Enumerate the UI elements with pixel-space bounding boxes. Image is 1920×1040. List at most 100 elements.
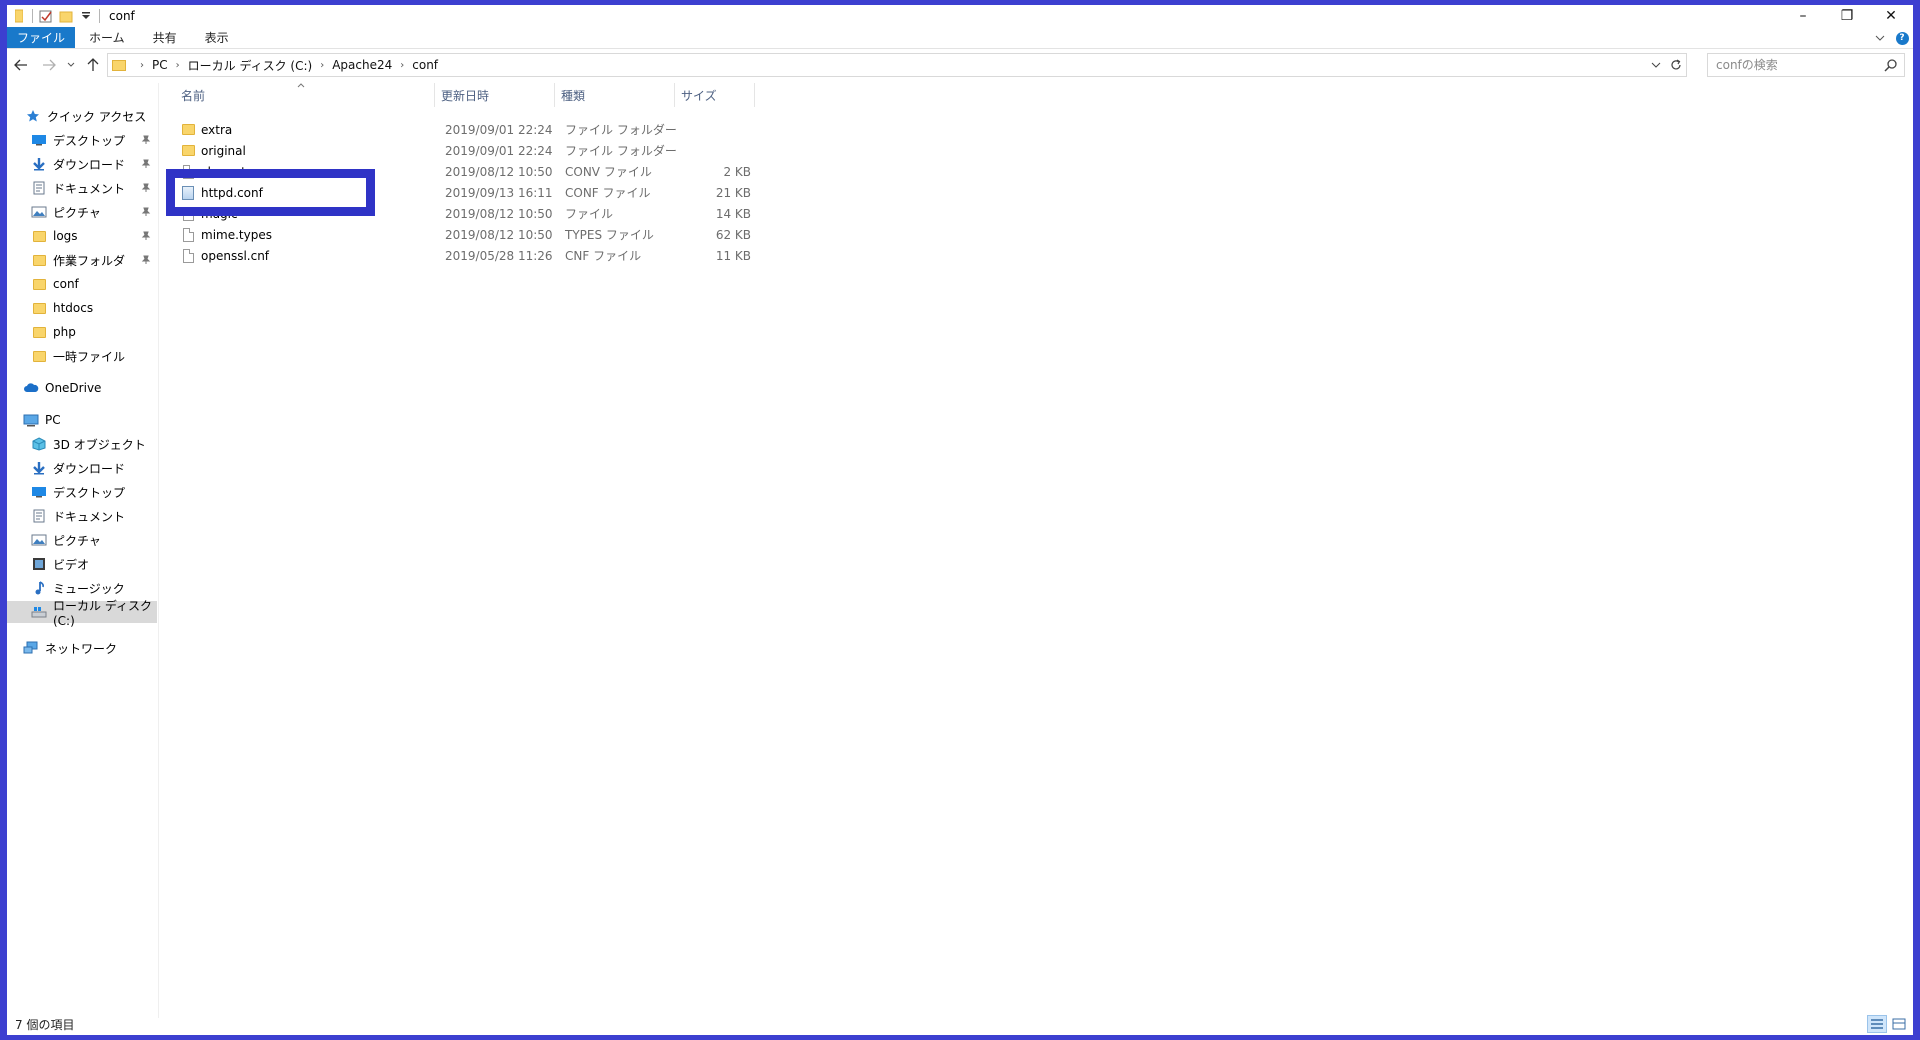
tab-file[interactable]: ファイル [7, 27, 76, 48]
chevron-right-icon[interactable]: › [140, 60, 144, 71]
explorer-window: conf – ❐ ✕ ファイル ホーム 共有 表示 ? › PC › ローカル … [7, 5, 1913, 1035]
nav-item-pc-desktop[interactable]: デスクトップ [7, 481, 157, 503]
nav-item-htdocs[interactable]: htdocs [7, 297, 157, 319]
column-header-date[interactable]: 更新日時 [435, 83, 555, 107]
breadcrumb-pc[interactable]: PC [152, 58, 168, 72]
details-view-icon[interactable] [1867, 1015, 1887, 1033]
close-button[interactable]: ✕ [1869, 5, 1913, 27]
file-icon [181, 227, 195, 243]
file-date: 2019/09/01 22:24 [445, 143, 553, 158]
file-size [675, 140, 751, 161]
status-bar: 7 個の項目 [7, 1013, 1913, 1035]
nav-network[interactable]: ネットワーク [7, 637, 157, 659]
expand-ribbon-icon[interactable] [1869, 27, 1891, 49]
back-button[interactable] [7, 53, 35, 77]
recent-locations-button[interactable] [63, 53, 79, 77]
file-name: original [201, 143, 246, 158]
file-type: CNF ファイル [565, 249, 642, 263]
nav-item-downloads[interactable]: ダウンロード [7, 153, 157, 175]
pin-icon[interactable] [141, 182, 151, 196]
large-icons-view-icon[interactable] [1889, 1015, 1909, 1033]
pin-icon[interactable] [141, 134, 151, 148]
restore-button[interactable]: ❐ [1825, 5, 1869, 27]
folder-icon [31, 348, 47, 364]
new-folder-icon[interactable] [56, 5, 76, 27]
column-header-size[interactable]: サイズ [675, 83, 755, 107]
nav-quick-access[interactable]: クイック アクセス [7, 105, 157, 127]
address-dropdown-icon[interactable] [1646, 54, 1666, 76]
nav-item-temp-files[interactable]: 一時ファイル [7, 345, 157, 367]
nav-onedrive[interactable]: OneDrive [7, 377, 157, 399]
tab-home[interactable]: ホーム [75, 27, 139, 48]
nav-item-documents[interactable]: ドキュメント [7, 177, 157, 199]
nav-label: ダウンロード [53, 157, 126, 172]
nav-item-logs[interactable]: logs [7, 225, 157, 247]
breadcrumb-apache24[interactable]: Apache24 [332, 58, 392, 72]
local-disk-icon [31, 604, 47, 620]
file-date: 2019/08/12 10:50 [445, 164, 553, 179]
file-row-openssl-cnf[interactable]: openssl.cnf 2019/05/28 11:26 CNF ファイル 11… [175, 245, 755, 266]
help-icon[interactable]: ? [1891, 27, 1913, 49]
nav-item-pictures[interactable]: ピクチャ [7, 201, 157, 223]
file-date: 2019/05/28 11:26 [445, 248, 553, 263]
search-input[interactable] [1716, 58, 1876, 72]
download-icon [31, 460, 47, 476]
refresh-icon[interactable] [1666, 54, 1686, 76]
music-icon [31, 580, 47, 596]
nav-item-desktop[interactable]: デスクトップ [7, 129, 157, 151]
nav-label: ドキュメント [53, 181, 126, 196]
nav-item-pc-downloads[interactable]: ダウンロード [7, 457, 157, 479]
pictures-icon [31, 204, 47, 220]
file-name: mime.types [201, 227, 272, 242]
file-row-original[interactable]: original 2019/09/01 22:24 ファイル フォルダー [175, 140, 755, 161]
column-label: 名前 [181, 88, 206, 103]
nav-item-conf[interactable]: conf [7, 273, 157, 295]
chevron-right-icon[interactable]: › [320, 60, 324, 71]
column-header-type[interactable]: 種類 [555, 83, 675, 107]
pin-icon[interactable] [141, 206, 151, 220]
breadcrumb-local-disk[interactable]: ローカル ディスク (C:) [188, 57, 313, 74]
address-actions [1646, 54, 1686, 76]
search-icon[interactable] [1884, 58, 1898, 75]
tab-share[interactable]: 共有 [139, 27, 191, 48]
file-row-httpd-conf[interactable]: httpd.conf 2019/09/13 16:11 CONF ファイル 21… [175, 182, 755, 203]
nav-item-local-disk[interactable]: ローカル ディスク (C:) [7, 599, 157, 628]
quick-access-toolbar [7, 5, 103, 27]
nav-item-pc-pictures[interactable]: ピクチャ [7, 529, 157, 551]
pin-icon[interactable] [141, 254, 151, 268]
nav-item-work-folder[interactable]: 作業フォルダ [7, 249, 157, 271]
tab-view[interactable]: 表示 [191, 27, 243, 48]
pin-icon[interactable] [141, 158, 151, 172]
nav-label: ピクチャ [53, 205, 101, 220]
nav-item-3d-objects[interactable]: 3D オブジェクト [7, 433, 157, 455]
nav-item-php[interactable]: php [7, 321, 157, 343]
nav-item-videos[interactable]: ビデオ [7, 553, 157, 575]
file-name: magic [201, 206, 238, 221]
nav-label: 一時ファイル [53, 349, 126, 364]
minimize-button[interactable]: – [1781, 5, 1825, 27]
file-row-charset-conv[interactable]: charset.conv 2019/08/12 10:50 CONV ファイル … [175, 161, 755, 182]
file-date: 2019/08/12 10:50 [445, 227, 553, 242]
column-header-name[interactable]: 名前 [175, 83, 435, 107]
file-row-extra[interactable]: extra 2019/09/01 22:24 ファイル フォルダー [175, 119, 755, 140]
customize-toolbar-icon[interactable] [76, 5, 96, 27]
file-row-magic[interactable]: magic 2019/08/12 10:50 ファイル 14 KB [175, 203, 755, 224]
up-button[interactable] [79, 53, 107, 77]
properties-icon[interactable] [36, 5, 56, 27]
search-box [1707, 53, 1905, 77]
address-bar[interactable]: › PC › ローカル ディスク (C:) › Apache24 › conf [107, 53, 1687, 77]
app-folder-icon [9, 5, 29, 27]
nav-label: ピクチャ [53, 533, 101, 548]
chevron-right-icon[interactable]: › [400, 60, 404, 71]
file-type: CONV ファイル [565, 165, 652, 179]
pin-icon[interactable] [141, 230, 151, 244]
file-type: CONF ファイル [565, 186, 651, 200]
nav-item-pc-documents[interactable]: ドキュメント [7, 505, 157, 527]
chevron-right-icon[interactable]: › [176, 60, 180, 71]
nav-label: ミュージック [53, 581, 125, 596]
breadcrumb-conf[interactable]: conf [412, 58, 438, 72]
file-row-mime-types[interactable]: mime.types 2019/08/12 10:50 TYPES ファイル 6… [175, 224, 755, 245]
nav-pc[interactable]: PC [7, 409, 157, 431]
file-icon [181, 206, 195, 222]
forward-button[interactable] [35, 53, 63, 77]
